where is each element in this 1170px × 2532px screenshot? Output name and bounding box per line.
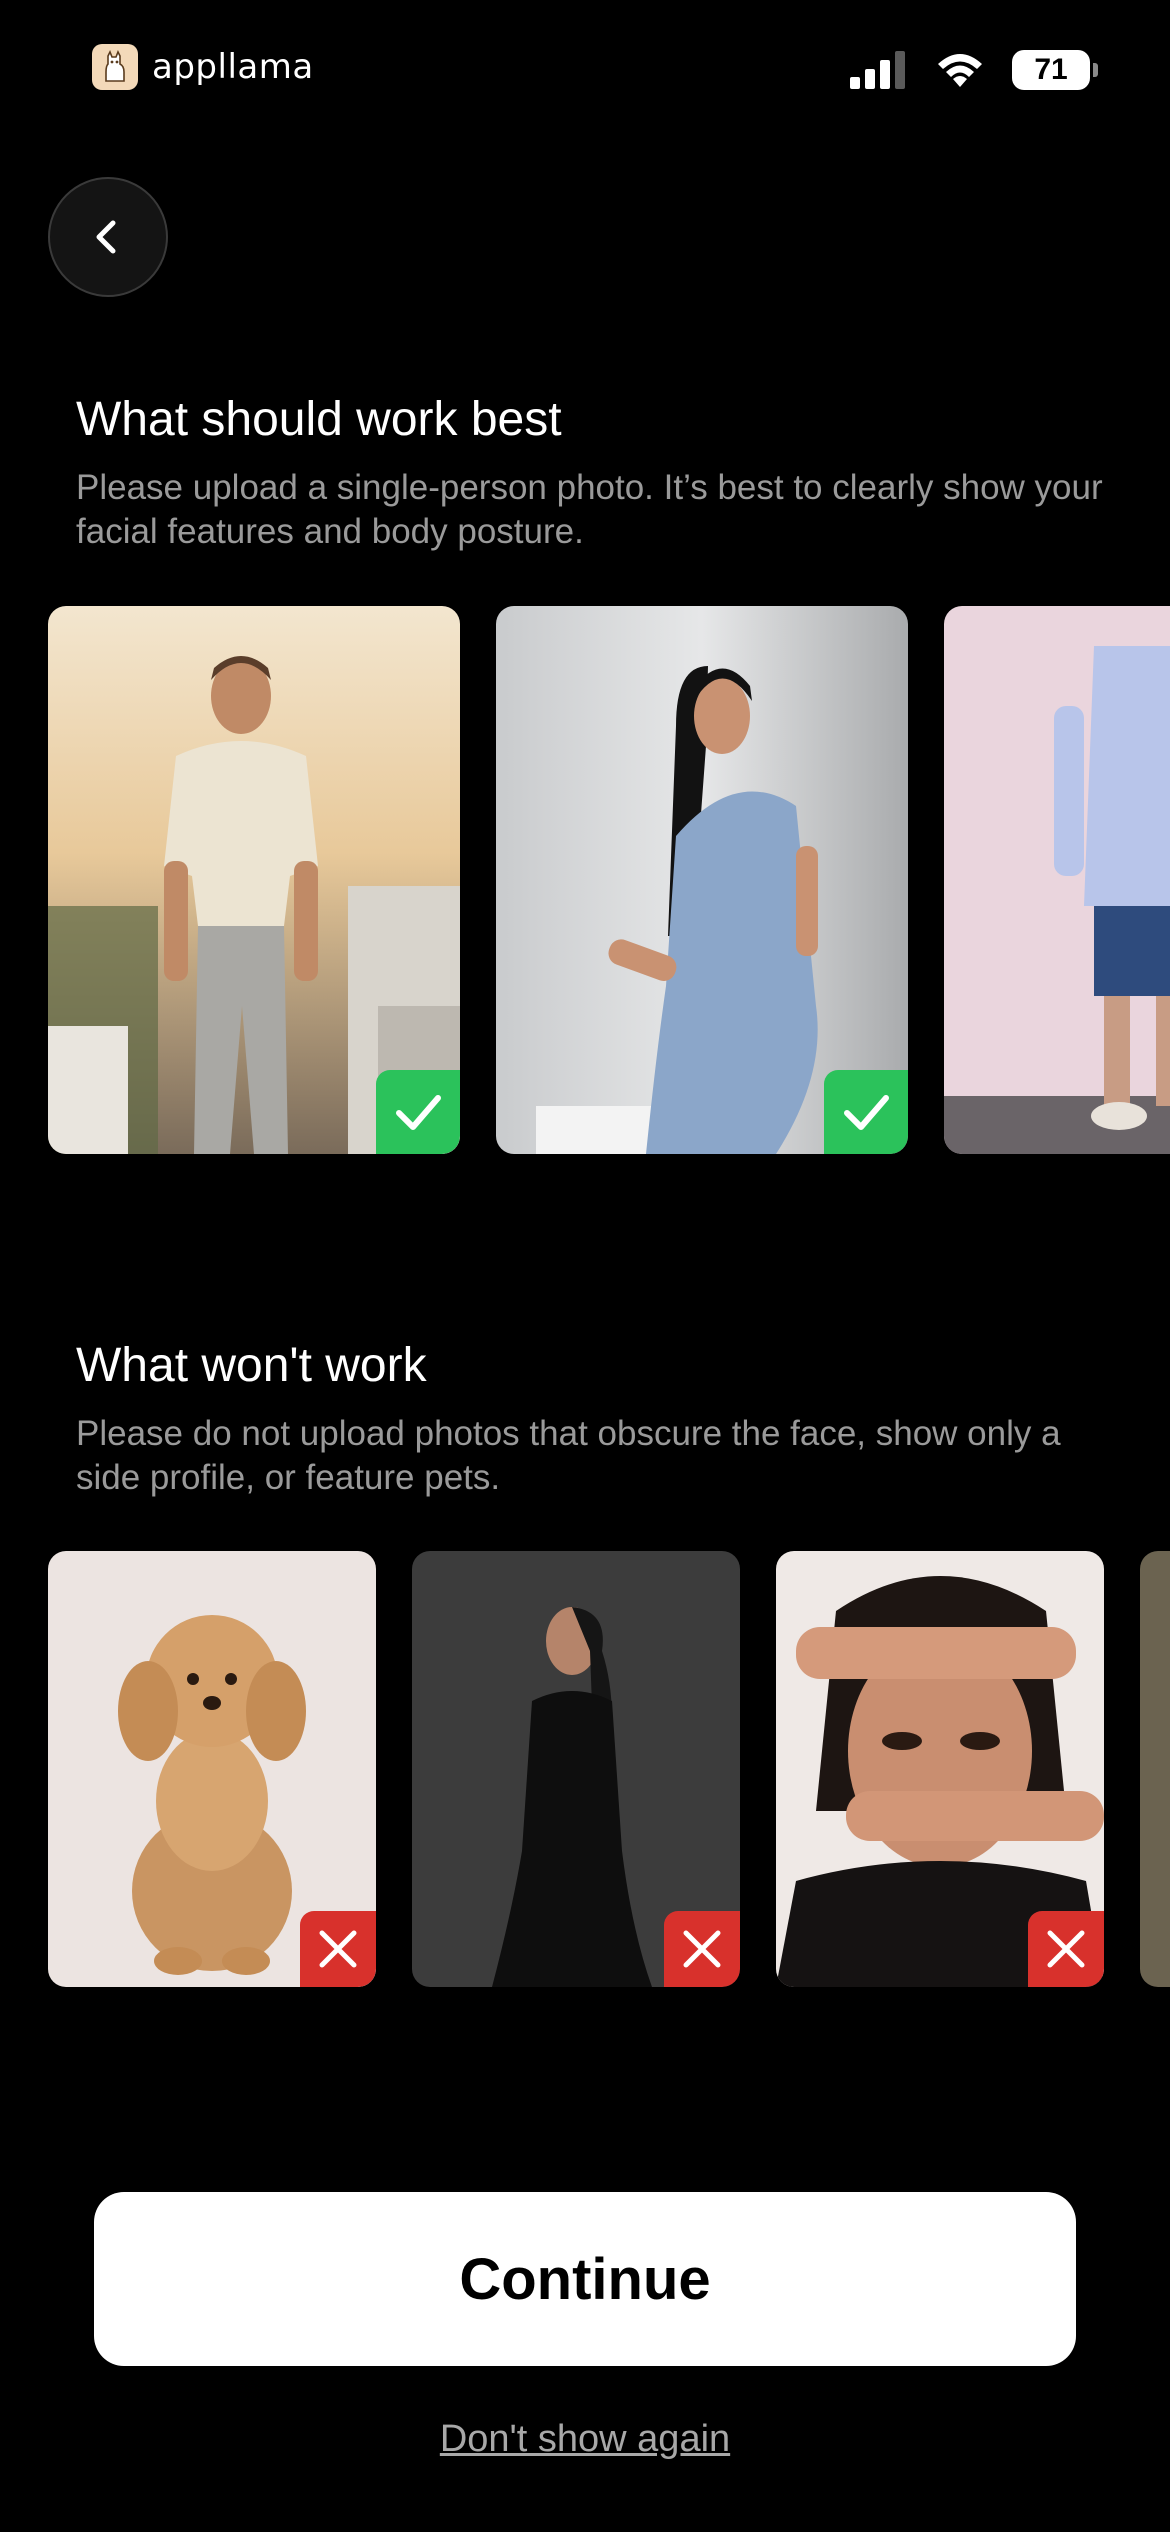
- x-badge: [300, 1911, 376, 1987]
- wifi-icon: [938, 54, 982, 87]
- photo-guidelines-screen: appllama 71 What should work best Please…: [0, 0, 1170, 2532]
- check-badge: [376, 1070, 460, 1154]
- brand-name: appllama: [152, 47, 314, 87]
- status-bar: appllama 71: [0, 0, 1170, 150]
- continue-button[interactable]: Continue: [94, 2192, 1076, 2366]
- x-badge: [664, 1911, 740, 1987]
- bad-examples-carousel[interactable]: [48, 1551, 1170, 1987]
- bad-example-photo[interactable]: [776, 1551, 1104, 1987]
- checkmark-icon: [844, 1095, 889, 1130]
- good-section-description: Please upload a single-person photo. It’…: [76, 468, 1103, 551]
- battery-indicator: 71: [1012, 50, 1098, 90]
- close-icon: [319, 1930, 357, 1968]
- good-section-title: What should work best: [76, 393, 562, 446]
- bad-section-title: What won't work: [76, 1339, 427, 1392]
- good-examples-carousel[interactable]: [48, 606, 1170, 1154]
- dont-show-again-link[interactable]: Don't show again: [0, 2418, 1170, 2461]
- brand: appllama: [92, 44, 314, 90]
- llama-logo-icon: [92, 44, 138, 90]
- close-icon: [683, 1930, 721, 1968]
- bad-example-photo[interactable]: [1140, 1551, 1170, 1987]
- x-badge: [1028, 1911, 1104, 1987]
- good-example-photo[interactable]: [944, 606, 1170, 1154]
- battery-level: 71: [1034, 53, 1068, 86]
- check-badge: [824, 1070, 908, 1154]
- cellular-signal-icon: [850, 51, 905, 89]
- chevron-left-icon: [96, 220, 116, 254]
- checkmark-icon: [396, 1095, 441, 1130]
- good-example-photo[interactable]: [48, 606, 460, 1154]
- bad-example-photo[interactable]: [48, 1551, 376, 1987]
- close-icon: [1047, 1930, 1085, 1968]
- status-icons: 71: [850, 50, 1098, 90]
- bad-section-description: Please do not upload photos that obscure…: [76, 1414, 1061, 1497]
- good-example-photo[interactable]: [496, 606, 908, 1154]
- bad-example-photo[interactable]: [412, 1551, 740, 1987]
- back-button[interactable]: [48, 177, 168, 297]
